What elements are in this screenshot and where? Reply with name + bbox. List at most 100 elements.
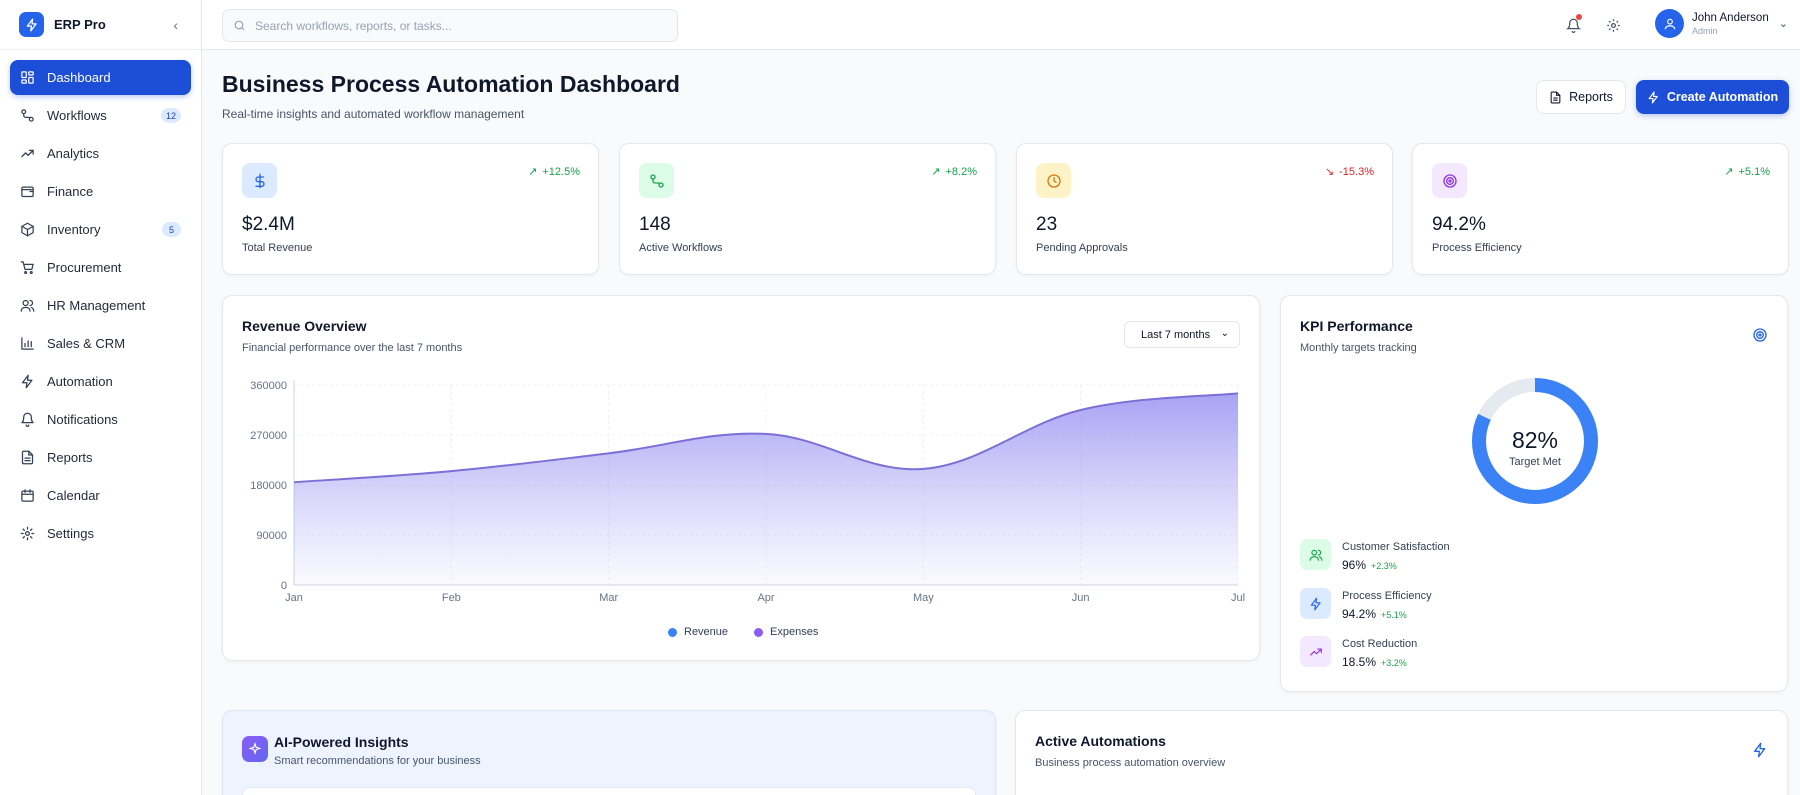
trend-value: +12.5% (542, 165, 580, 178)
stat-card: ↘ -15.3% 23 Pending Approvals (1016, 143, 1393, 275)
sidebar-item-procurement[interactable]: Procurement (10, 250, 191, 285)
y-tick-label: 360000 (250, 380, 287, 392)
stat-value: 94.2% (1432, 214, 1486, 235)
file-text-icon (20, 450, 35, 465)
y-tick-label: 0 (281, 580, 287, 592)
y-tick-label: 90000 (256, 530, 287, 542)
x-tick-label: Feb (442, 592, 461, 604)
trend-value: +5.1% (1738, 165, 1771, 178)
trend-badge: ↗ +8.2% (931, 165, 977, 179)
sidebar-item-label: HR Management (47, 298, 146, 313)
sidebar-item-sales-crm[interactable]: Sales & CRM (10, 326, 191, 361)
legend-item[interactable]: Revenue (668, 626, 728, 638)
stat-value: $2.4M (242, 214, 295, 235)
insight-item[interactable] (242, 787, 976, 795)
x-tick-label: May (913, 592, 934, 604)
workflow-icon (20, 108, 35, 123)
package-icon (20, 222, 35, 237)
revenue-chart: 360000 270000 180000 90000 0Jan Feb Mar Apr May J… (250, 380, 1245, 604)
x-tick-label: Mar (599, 592, 618, 604)
ai-insights-title: AI-Powered Insights (274, 734, 409, 750)
count-badge: 12 (160, 108, 181, 123)
stat-label: Process Efficiency (1432, 242, 1522, 254)
reports-button[interactable]: Reports (1536, 80, 1626, 114)
x-tick-label: Jan (285, 592, 303, 604)
gear-icon (20, 526, 35, 541)
create-automation-button[interactable]: Create Automation (1636, 80, 1789, 114)
donut-percent: 82% (1511, 427, 1559, 453)
kpi-change: +3.2% (1381, 658, 1407, 668)
zap-icon (19, 12, 44, 37)
kpi-name: Customer Satisfaction (1342, 541, 1450, 553)
y-tick-label: 180000 (250, 480, 287, 492)
sidebar: ERP Pro ‹ Dashboard Workflows 12 Analytic… (0, 0, 202, 795)
sidebar-item-label: Dashboard (47, 70, 111, 85)
user-menu[interactable]: John Anderson Admin ⌄ (1655, 9, 1788, 38)
users-icon (20, 298, 35, 313)
y-tick-label: 270000 (250, 430, 287, 442)
automations-title: Active Automations (1035, 733, 1166, 749)
kpi-value-line: 96% +2.3% (1342, 558, 1397, 572)
legend-item[interactable]: Expenses (754, 626, 818, 638)
sidebar-item-label: Finance (47, 184, 94, 199)
topbar: John Anderson Admin ⌄ (202, 0, 1800, 50)
legend-swatch (668, 627, 677, 637)
file-text-icon (1550, 91, 1561, 103)
trend-value: -15.3% (1339, 165, 1374, 178)
clock-icon (1036, 163, 1071, 198)
kpi-change: +2.3% (1371, 561, 1397, 571)
settings-button[interactable] (1603, 15, 1623, 35)
avatar (1655, 9, 1684, 38)
zap-icon (1300, 588, 1331, 619)
trending-up-icon (20, 146, 35, 161)
sidebar-item-settings[interactable]: Settings (10, 516, 191, 551)
dashboard-icon (20, 70, 35, 85)
stat-card: ↗ +12.5% $2.4M Total Revenue (222, 143, 599, 275)
kpi-name: Cost Reduction (1342, 638, 1418, 650)
wallet-icon (20, 184, 35, 199)
sidebar-item-reports[interactable]: Reports (10, 440, 191, 475)
sidebar-item-label: Workflows (47, 108, 107, 123)
stat-value: 148 (639, 214, 671, 235)
kpi-value: 96% (1342, 558, 1367, 572)
sidebar-item-dashboard[interactable]: Dashboard (10, 60, 191, 95)
zap-icon (20, 374, 35, 389)
stat-value: 23 (1036, 214, 1058, 235)
revenue-overview-card: Revenue Overview Financial performance o… (222, 295, 1260, 661)
sidebar-item-label: Automation (47, 374, 113, 389)
donut-label: Target Met (1509, 456, 1561, 468)
sidebar-item-finance[interactable]: Finance (10, 174, 191, 209)
stat-label: Active Workflows (639, 242, 723, 254)
sidebar-item-workflows[interactable]: Workflows 12 (10, 98, 191, 133)
kpi-title: KPI Performance (1300, 318, 1413, 334)
automations-subtitle: Business process automation overview (1035, 757, 1226, 769)
x-tick-label: Apr (757, 592, 774, 604)
page-title: Business Process Automation Dashboard (222, 71, 680, 97)
sidebar-item-inventory[interactable]: Inventory 5 (10, 212, 191, 247)
legend-swatch (754, 627, 764, 637)
sidebar-item-automation[interactable]: Automation (10, 364, 191, 399)
sidebar-item-label: Calendar (47, 488, 100, 503)
search-input[interactable] (255, 18, 655, 33)
sidebar-item-label: Inventory (47, 222, 101, 237)
calendar-icon (20, 488, 35, 503)
user-role: Admin (1692, 25, 1718, 36)
kpi-value: 94.2% (1342, 607, 1377, 621)
stat-card: ↗ +5.1% 94.2% Process Efficiency (1412, 143, 1789, 275)
sidebar-item-analytics[interactable]: Analytics (10, 136, 191, 171)
user-icon (1664, 18, 1675, 29)
x-tick-label: Jul (1231, 592, 1245, 604)
chevron-left-icon[interactable]: ‹ (173, 17, 178, 33)
stat-label: Total Revenue (242, 242, 313, 254)
kpi-value: 18.5% (1342, 655, 1377, 669)
sidebar-item-hr-management[interactable]: HR Management (10, 288, 191, 323)
sidebar-item-notifications[interactable]: Notifications (10, 402, 191, 437)
sidebar-item-calendar[interactable]: Calendar (10, 478, 191, 513)
sidebar-item-label: Reports (47, 450, 93, 465)
notifications-button[interactable] (1563, 14, 1583, 35)
sidebar-item-label: Analytics (47, 146, 100, 161)
sidebar-nav: Dashboard Workflows 12 Analytics Finance … (0, 50, 201, 564)
brand-name: ERP Pro (54, 17, 106, 32)
bar-chart-icon (20, 336, 35, 351)
bell-icon (20, 412, 35, 427)
